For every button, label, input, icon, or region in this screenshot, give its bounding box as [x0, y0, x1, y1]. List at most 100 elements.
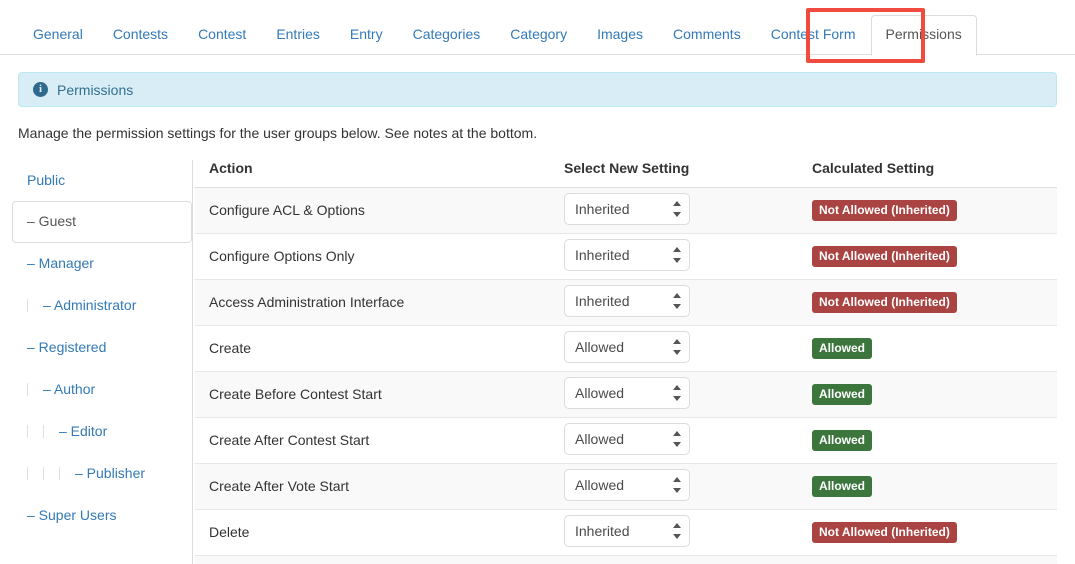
cell-action: Configure ACL & Options	[195, 187, 550, 234]
table-row: Create After Vote Start Allowed Allowed	[195, 463, 1057, 510]
tree-indent-bar	[59, 466, 60, 480]
spinner-arrows-icon[interactable]	[672, 522, 681, 539]
setting-select[interactable]: Inherited	[564, 284, 690, 317]
tab-contest-form[interactable]: Contest Form	[756, 15, 871, 56]
tab-item: Permissions	[870, 15, 977, 56]
tab-item: Category	[495, 15, 582, 55]
tab-category[interactable]: Category	[495, 15, 582, 56]
group-manager[interactable]: – Manager	[12, 243, 192, 285]
group-publisher[interactable]: – Publisher	[12, 453, 192, 495]
spinner-arrows-icon[interactable]	[672, 292, 681, 309]
tab-item: Images	[582, 15, 658, 55]
user-group-item: – Editor	[12, 411, 192, 453]
tab-comments[interactable]: Comments	[658, 15, 756, 56]
cell-calculated-setting: Allowed	[798, 417, 1057, 464]
table-row: Delete Inherited Not Allowed (Inherited)	[195, 509, 1057, 556]
status-badge: Not Allowed (Inherited)	[812, 291, 957, 313]
group-editor[interactable]: – Editor	[12, 411, 192, 453]
group-label: – Guest	[27, 213, 77, 230]
table-row: Create Allowed Allowed	[195, 325, 1057, 372]
acl-container: Public – Guest – Manager – Administrator – R…	[0, 159, 1057, 564]
table-body: Configure ACL & Options Inherited Not Allo…	[195, 187, 1057, 564]
tree-indent-bar	[27, 424, 28, 438]
setting-select[interactable]: Inherited	[564, 238, 690, 271]
tab-item: Categories	[398, 15, 496, 55]
tree-indent-bar	[43, 466, 44, 480]
tab-item: General	[18, 15, 98, 55]
setting-select[interactable]: Inherited	[564, 192, 690, 225]
user-group-item: – Publisher	[12, 453, 192, 495]
group-administrator[interactable]: – Administrator	[12, 285, 192, 327]
permissions-info-alert: i Permissions	[18, 72, 1057, 107]
cell-select-new-setting: Allowed	[550, 417, 798, 464]
tab-bar: General Contests Contest Entries Entry Catego…	[0, 0, 1075, 63]
tab-contests[interactable]: Contests	[98, 15, 183, 56]
column-header-action: Action	[195, 159, 550, 188]
group-registered[interactable]: – Registered	[12, 327, 192, 369]
group-guest[interactable]: – Guest	[12, 201, 192, 244]
user-group-item: Public	[12, 160, 192, 202]
tab-categories[interactable]: Categories	[398, 15, 496, 56]
group-author[interactable]: – Author	[12, 369, 192, 411]
tab-item: Contest Form	[756, 15, 871, 55]
setting-select[interactable]: Allowed	[564, 468, 690, 501]
group-label: – Manager	[27, 255, 94, 272]
user-group-item: – Manager	[12, 243, 192, 285]
tab-permissions[interactable]: Permissions	[870, 15, 977, 56]
user-group-item: – Guest	[12, 201, 192, 244]
setting-select-value: Allowed	[575, 384, 625, 401]
tree-indent-bar	[43, 424, 44, 438]
setting-select-value: Allowed	[575, 338, 625, 355]
setting-select[interactable]: Allowed	[564, 376, 690, 409]
tab-item: Contest	[183, 15, 261, 55]
tab-contest[interactable]: Contest	[183, 15, 261, 56]
tab-general[interactable]: General	[18, 15, 98, 56]
table-row: Create Before Contest Start Allowed Allowe…	[195, 371, 1057, 418]
table-header-row: Action Select New Setting Calculated Set…	[195, 159, 1057, 188]
spinner-arrows-icon[interactable]	[672, 384, 681, 401]
tab-entries[interactable]: Entries	[261, 15, 335, 56]
group-label: – Registered	[27, 339, 107, 356]
intro-description: Manage the permission settings for the u…	[18, 125, 538, 141]
group-label: – Author	[43, 380, 96, 397]
spinner-arrows-icon[interactable]	[672, 476, 681, 493]
user-group-list: Public – Guest – Manager – Administrator – R…	[12, 159, 193, 564]
table-row: Create After Contest Start Allowed Allowed	[195, 417, 1057, 464]
user-group-item: – Registered	[12, 327, 192, 369]
table-row: Access Administration Interface Inherited…	[195, 279, 1057, 326]
group-label: – Administrator	[43, 297, 137, 314]
cell-calculated-setting: Allowed	[798, 371, 1057, 418]
cell-action: Create	[195, 325, 550, 372]
setting-select[interactable]: Allowed	[564, 330, 690, 363]
status-badge: Allowed	[812, 475, 873, 497]
table-row	[195, 555, 1057, 564]
cell-action: Create After Vote Start	[195, 463, 550, 510]
tab-item: Comments	[658, 15, 756, 55]
tab-list: General Contests Contest Entries Entry Catego…	[18, 0, 1057, 56]
group-public[interactable]: Public	[12, 160, 192, 202]
cell-select-new-setting: Inherited	[550, 187, 798, 234]
setting-select[interactable]: Inherited	[564, 514, 690, 547]
info-icon: i	[33, 82, 48, 97]
group-label: – Editor	[59, 422, 108, 439]
group-super-users[interactable]: – Super Users	[12, 495, 192, 537]
tab-entry[interactable]: Entry	[335, 15, 398, 56]
tab-images[interactable]: Images	[582, 15, 658, 56]
cell-select-new-setting: Inherited	[550, 279, 798, 326]
cell-select-new-setting: Allowed	[550, 463, 798, 510]
spinner-arrows-icon[interactable]	[672, 246, 681, 263]
spinner-arrows-icon[interactable]	[672, 338, 681, 355]
cell-action	[195, 555, 550, 564]
setting-select-value: Allowed	[575, 430, 625, 447]
alert-text: Permissions	[57, 81, 134, 98]
cell-calculated-setting: Allowed	[798, 325, 1057, 372]
cell-action: Configure Options Only	[195, 233, 550, 280]
group-label: – Super Users	[27, 506, 117, 523]
spinner-arrows-icon[interactable]	[672, 200, 681, 217]
cell-action: Create After Contest Start	[195, 417, 550, 464]
status-badge: Allowed	[812, 337, 873, 359]
status-badge: Allowed	[812, 383, 873, 405]
cell-calculated-setting: Not Allowed (Inherited)	[798, 233, 1057, 280]
spinner-arrows-icon[interactable]	[672, 430, 681, 447]
setting-select[interactable]: Allowed	[564, 422, 690, 455]
